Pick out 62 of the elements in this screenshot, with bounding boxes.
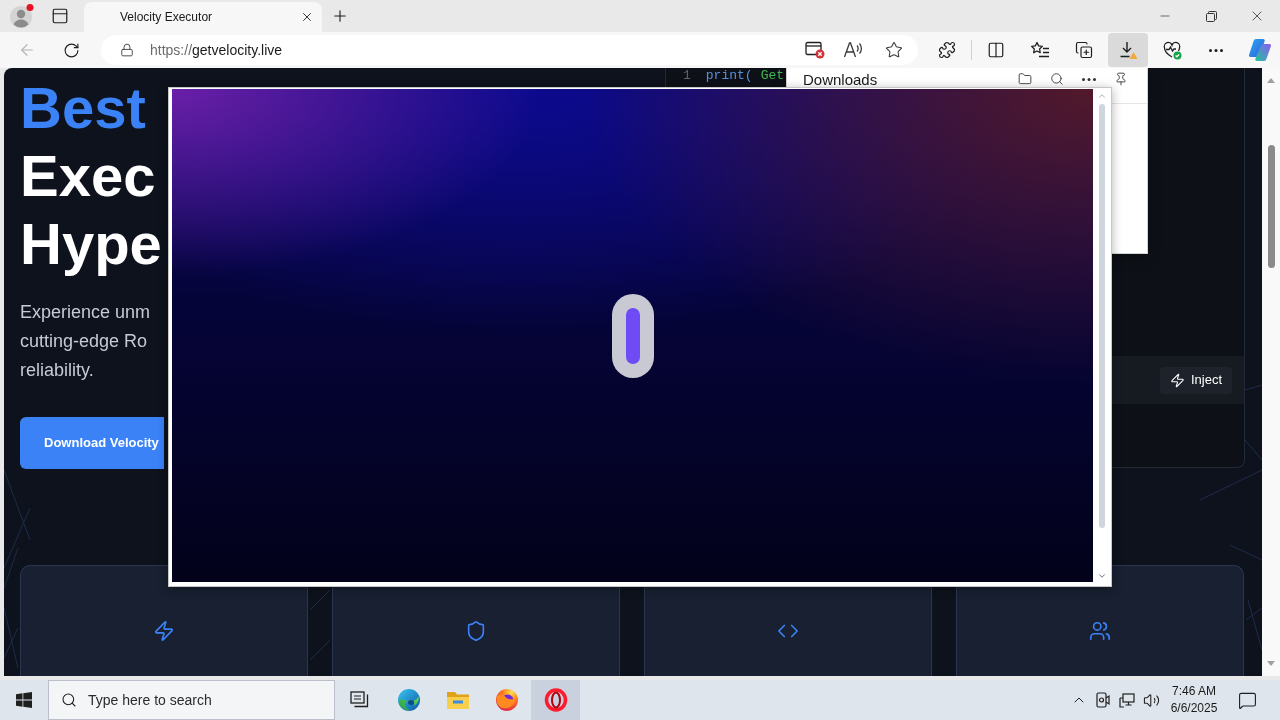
profile-avatar-icon[interactable] xyxy=(9,3,35,29)
new-tab-icon[interactable] xyxy=(331,7,349,25)
network-lines-drawing xyxy=(309,589,331,661)
scrollbar-thumb[interactable] xyxy=(1267,145,1275,268)
users-icon xyxy=(1089,620,1111,642)
scroll-down-arrow-icon[interactable] xyxy=(1267,661,1275,666)
clock-time: 7:46 AM xyxy=(1172,683,1216,700)
scroll-down-icon[interactable] xyxy=(1096,571,1107,581)
globe-app-icon xyxy=(494,688,519,712)
favorites-icon xyxy=(1030,41,1050,59)
lock-icon xyxy=(120,43,134,57)
hero-title-line: Best xyxy=(20,74,146,142)
inject-button[interactable]: Inject xyxy=(1160,366,1232,394)
notification-icon xyxy=(1237,690,1257,710)
more-icon[interactable] xyxy=(1082,77,1096,81)
speaker-icon[interactable] xyxy=(1143,691,1160,709)
taskbar-search-field[interactable]: Type here to search xyxy=(48,680,335,720)
refresh-icon xyxy=(62,41,80,59)
more-icon xyxy=(1209,48,1223,52)
restore-icon xyxy=(1205,10,1217,22)
close-icon[interactable] xyxy=(300,10,314,24)
camera-icon[interactable] xyxy=(1096,692,1110,708)
pin-icon[interactable] xyxy=(1114,72,1128,86)
hero-description: Experience unm cutting-edge Ro reliability. xyxy=(20,301,151,382)
hero-title-line: Exec xyxy=(20,142,156,210)
scroll-up-arrow-icon[interactable] xyxy=(1267,78,1275,83)
tab-actions-icon[interactable] xyxy=(51,7,69,25)
favorite-star-icon[interactable] xyxy=(885,41,903,59)
clock-date: 6/6/2025 xyxy=(1170,700,1218,717)
lightning-icon xyxy=(1169,372,1185,388)
puzzle-icon xyxy=(938,41,956,59)
line-number: 1 xyxy=(683,68,691,83)
task-view-icon xyxy=(349,691,370,709)
lightning-icon xyxy=(153,620,175,642)
read-aloud-icon[interactable] xyxy=(843,41,863,59)
address-bar[interactable]: https://getvelocity.live xyxy=(101,35,918,65)
capsule-icon xyxy=(611,293,654,378)
folder-icon[interactable] xyxy=(1018,72,1032,86)
url-text: https://getvelocity.live xyxy=(150,40,283,60)
opera-taskbar-button[interactable] xyxy=(531,680,580,720)
ring-app-icon xyxy=(543,688,568,712)
split-screen-icon xyxy=(987,41,1005,59)
downloads-title: Downloads xyxy=(803,72,878,87)
search-icon[interactable] xyxy=(1050,72,1064,86)
collections-icon xyxy=(1075,41,1093,59)
code-line: print( Get xyxy=(705,68,785,83)
swirl-app-icon xyxy=(396,688,421,712)
start-icon xyxy=(16,692,32,708)
downloads-button[interactable] xyxy=(1108,33,1148,67)
scrollbar-thumb[interactable] xyxy=(1098,104,1105,528)
download-button[interactable]: Download Velocity xyxy=(20,417,164,469)
blocked-window-icon[interactable] xyxy=(805,41,825,59)
browser-tab[interactable]: Velocity Executor xyxy=(84,2,322,32)
hero-title-line: Hype xyxy=(20,210,162,278)
network-icon[interactable] xyxy=(1119,692,1135,708)
shield-icon xyxy=(465,620,487,642)
search-icon xyxy=(61,692,77,708)
heart-pulse-icon xyxy=(1162,40,1182,60)
download-icon xyxy=(1118,40,1138,60)
page-scrollbar[interactable] xyxy=(1262,68,1280,676)
ribbon-logo-icon xyxy=(1248,38,1272,62)
folder-icon xyxy=(445,690,470,710)
